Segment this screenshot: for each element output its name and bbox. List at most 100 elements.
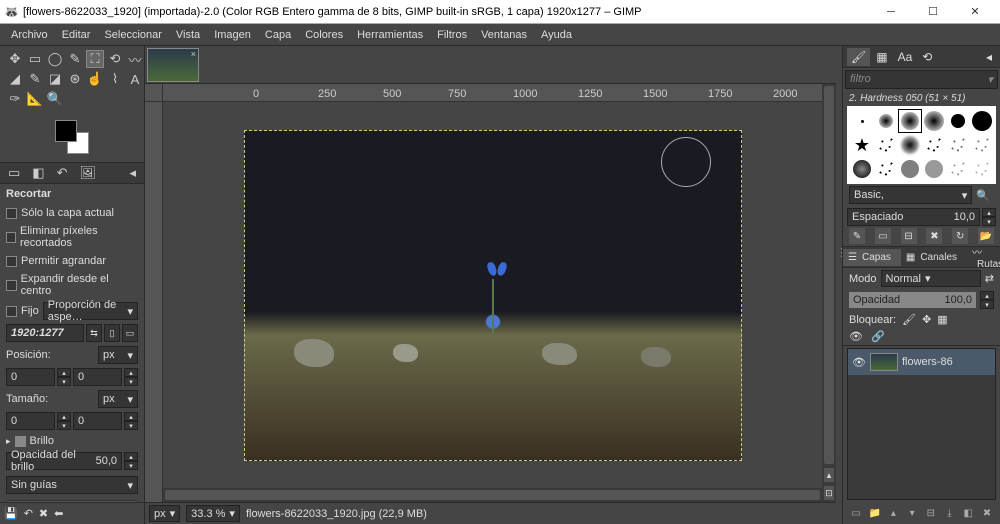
pos-y-up[interactable]: ▴: [124, 368, 138, 377]
tab-layers[interactable]: ☰Capas: [843, 249, 901, 266]
size-h-down[interactable]: ▾: [124, 421, 138, 430]
menu-filtros[interactable]: Filtros: [430, 26, 474, 44]
nav-arrow-up-icon[interactable]: ▴: [824, 468, 834, 482]
tool-rotate[interactable]: ⟲: [106, 50, 124, 68]
tool-path[interactable]: ⌇: [106, 70, 124, 88]
tab-patterns-icon[interactable]: ▦: [872, 48, 891, 66]
close-tab-icon[interactable]: ×: [191, 49, 196, 59]
tab-history-icon[interactable]: ⟲: [918, 48, 936, 66]
brush-new-icon[interactable]: ▭: [875, 228, 891, 244]
size-unit[interactable]: px▾: [98, 390, 138, 408]
tab-menu-icon[interactable]: ◂: [982, 48, 996, 66]
tab-tool-options-icon[interactable]: ▭: [4, 163, 24, 183]
brush-item[interactable]: [923, 110, 945, 132]
size-w-down[interactable]: ▾: [57, 421, 71, 430]
highlight-opacity-slider[interactable]: Opacidad del brillo50,0: [6, 452, 122, 470]
fg-color[interactable]: [55, 120, 77, 142]
brush-item[interactable]: [899, 158, 921, 180]
tab-undo-icon[interactable]: ↶: [53, 163, 72, 183]
color-swatch[interactable]: [55, 120, 89, 154]
tool-pencil[interactable]: ✎: [26, 70, 44, 88]
size-h-up[interactable]: ▴: [124, 412, 138, 421]
brush-zoom-icon[interactable]: 🔍: [972, 189, 994, 202]
tab-images-icon[interactable]: 🖼: [76, 163, 101, 183]
horizontal-scrollbar[interactable]: [163, 488, 822, 502]
menu-imagen[interactable]: Imagen: [207, 26, 258, 44]
chk-delete-pixels[interactable]: Eliminar píxeles recortados: [6, 222, 138, 252]
lock-alpha-icon[interactable]: ▦: [937, 313, 947, 326]
brush-item[interactable]: [899, 110, 921, 132]
restore-options-icon[interactable]: ↶: [24, 507, 33, 520]
save-options-icon[interactable]: 💾: [4, 507, 18, 520]
reset-options-icon[interactable]: ⬅: [54, 507, 63, 520]
layer-delete-icon[interactable]: ✖: [980, 506, 994, 520]
brush-item[interactable]: [899, 134, 921, 156]
ratio-input[interactable]: 1920:1277: [6, 324, 84, 342]
fixed-dropdown[interactable]: Proporción de aspe…▾: [43, 302, 138, 320]
menu-ventanas[interactable]: Ventanas: [474, 26, 534, 44]
lock-pixels-icon[interactable]: 🖌: [902, 313, 916, 326]
brush-item[interactable]: [875, 158, 897, 180]
brush-item[interactable]: [971, 110, 993, 132]
layer-name[interactable]: flowers-86: [902, 356, 953, 368]
layer-row[interactable]: 👁 flowers-86: [848, 349, 995, 375]
tool-free-select[interactable]: ◯: [46, 50, 64, 68]
tab-device-icon[interactable]: ◧: [28, 163, 48, 183]
layer-new-icon[interactable]: ▭: [849, 506, 863, 520]
tab-channels[interactable]: ▦Canales: [901, 249, 967, 266]
tool-measure[interactable]: 📐: [26, 90, 44, 108]
layer-mask-icon[interactable]: ◧: [961, 506, 975, 520]
image-tab[interactable]: ×: [147, 48, 199, 82]
tool-smudge[interactable]: ☝: [86, 70, 104, 88]
brush-dup-icon[interactable]: ⊟: [901, 228, 917, 244]
position-unit[interactable]: px▾: [98, 346, 138, 364]
layer-opacity-slider[interactable]: Opacidad100,0: [849, 292, 976, 308]
menu-herramientas[interactable]: Herramientas: [350, 26, 430, 44]
size-w-up[interactable]: ▴: [57, 412, 71, 421]
tool-eraser[interactable]: ◪: [46, 70, 64, 88]
chk-fixed[interactable]: [6, 306, 17, 317]
chk-highlight[interactable]: ▸Brillo: [6, 432, 138, 450]
size-h-input[interactable]: 0: [73, 412, 122, 430]
lock-position-icon[interactable]: ✥: [922, 313, 931, 326]
brush-item[interactable]: [851, 110, 873, 132]
brush-spacing-slider[interactable]: Espaciado10,0: [847, 208, 980, 226]
brush-item[interactable]: [971, 134, 993, 156]
chk-expand-center[interactable]: Expandir desde el centro: [6, 270, 138, 300]
brush-filter[interactable]: filtro▾: [845, 70, 998, 89]
tool-zoom[interactable]: 🔍: [46, 90, 64, 108]
canvas-image[interactable]: [244, 130, 742, 461]
layer-down-icon[interactable]: ▾: [905, 506, 919, 520]
brush-item[interactable]: [923, 134, 945, 156]
brush-item[interactable]: [851, 134, 873, 156]
brush-item[interactable]: [851, 158, 873, 180]
layer-thumbnail[interactable]: [870, 353, 898, 371]
tool-fuzzy-select[interactable]: ✎: [66, 50, 84, 68]
minimize-button[interactable]: ─: [870, 0, 912, 24]
pos-x-up[interactable]: ▴: [57, 368, 71, 377]
tool-text[interactable]: A: [126, 70, 144, 88]
guides-dropdown[interactable]: Sin guías▾: [6, 476, 138, 494]
close-button[interactable]: ✕: [954, 0, 996, 24]
ratio-swap-icon[interactable]: ⇆: [86, 324, 102, 342]
menu-archivo[interactable]: Archivo: [4, 26, 55, 44]
tool-rect-select[interactable]: ▭: [26, 50, 44, 68]
brush-refresh-icon[interactable]: ↻: [952, 228, 968, 244]
tool-crop[interactable]: ⛶: [86, 50, 104, 68]
mode-dropdown[interactable]: Normal▾: [881, 270, 981, 287]
pos-y-input[interactable]: 0: [73, 368, 122, 386]
menu-vista[interactable]: Vista: [169, 26, 207, 44]
tool-picker[interactable]: ✑: [6, 90, 24, 108]
tool-clone[interactable]: ⊛: [66, 70, 84, 88]
layer-visibility-icon[interactable]: 👁: [852, 356, 866, 369]
brush-preset[interactable]: Basic,▾: [849, 186, 972, 204]
brush-item[interactable]: [947, 158, 969, 180]
maximize-button[interactable]: ☐: [912, 0, 954, 24]
ratio-landscape-icon[interactable]: ▭: [122, 324, 138, 342]
brush-item[interactable]: [947, 110, 969, 132]
ratio-portrait-icon[interactable]: ▯: [104, 324, 120, 342]
delete-options-icon[interactable]: ✖: [39, 507, 48, 520]
pos-x-input[interactable]: 0: [6, 368, 55, 386]
canvas-viewport[interactable]: [163, 102, 822, 488]
chk-allow-grow[interactable]: Permitir agrandar: [6, 252, 138, 270]
